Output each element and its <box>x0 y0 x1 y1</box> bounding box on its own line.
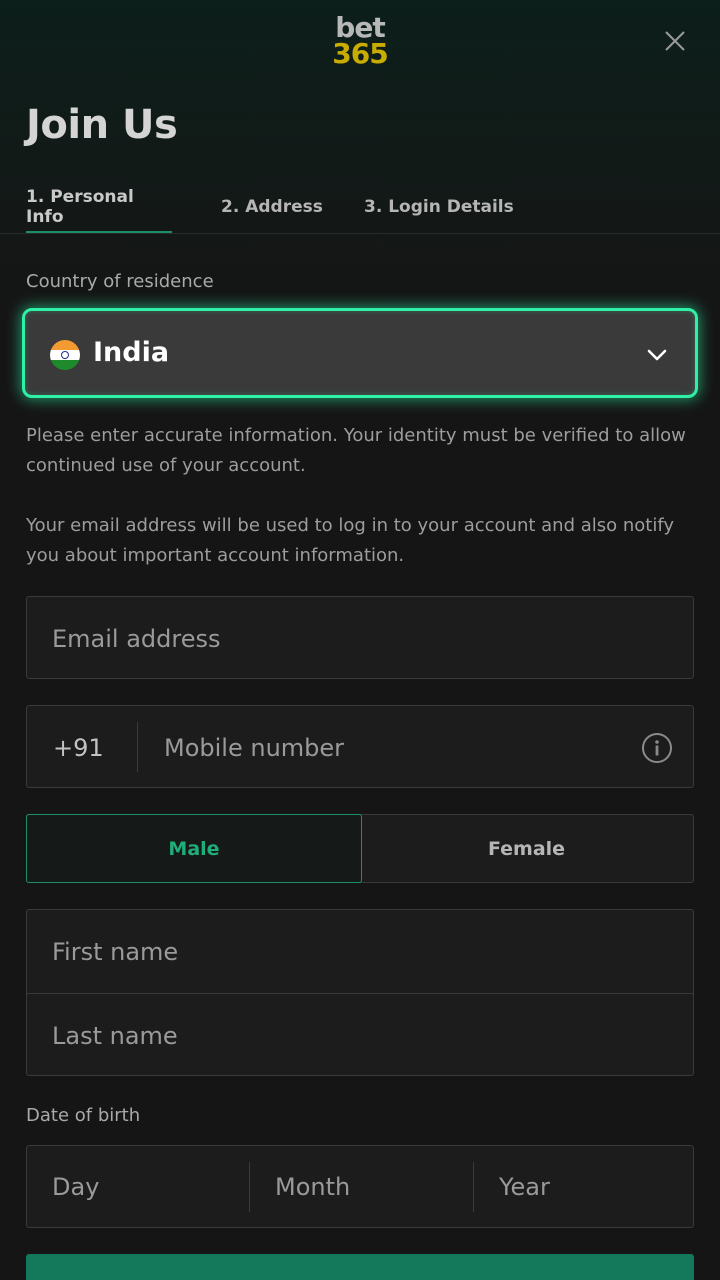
tab-login-details[interactable]: 3. Login Details <box>364 180 514 234</box>
tab-personal-info[interactable]: 1. Personal Info <box>26 180 172 234</box>
gender-female-button[interactable]: Female <box>360 815 693 882</box>
chevron-down-icon <box>647 349 667 361</box>
dob-year-select[interactable]: Year <box>474 1146 695 1227</box>
dob-day-select[interactable]: Day <box>27 1146 249 1227</box>
tab-address[interactable]: 2. Address <box>221 180 323 234</box>
page-title: Join Us <box>26 102 178 148</box>
continue-button[interactable] <box>26 1254 694 1280</box>
email-info-text: Your email address will be used to log i… <box>26 515 675 566</box>
logo-text-365: 365 <box>332 37 388 70</box>
india-flag-icon <box>50 340 80 370</box>
close-icon <box>665 31 685 51</box>
email-field[interactable]: Email address <box>26 596 694 679</box>
country-label: Country of residence <box>26 271 214 292</box>
close-button[interactable] <box>658 24 692 58</box>
phone-country-code[interactable]: +91 <box>53 734 104 762</box>
step-tabs: 1. Personal Info 2. Address 3. Login Det… <box>0 180 720 234</box>
identity-info-text: Please enter accurate information. Your … <box>26 425 686 476</box>
email-placeholder: Email address <box>52 625 221 653</box>
country-select[interactable]: India <box>22 308 698 398</box>
signup-page: bet 365 Join Us 1. Personal Info 2. Addr… <box>0 0 720 1280</box>
dob-field: Day Month Year <box>26 1145 694 1228</box>
active-tab-indicator <box>26 231 172 233</box>
gender-male-button[interactable]: Male <box>26 814 362 883</box>
mobile-placeholder: Mobile number <box>164 734 345 762</box>
country-value: India <box>93 337 170 368</box>
phone-separator <box>137 722 138 772</box>
dob-label: Date of birth <box>26 1105 141 1126</box>
first-name-field[interactable]: First name <box>52 938 178 966</box>
last-name-field[interactable]: Last name <box>52 1022 178 1050</box>
gender-selector: Male Female <box>26 814 694 883</box>
info-icon[interactable] <box>641 732 673 764</box>
mobile-field[interactable]: +91 Mobile number <box>26 705 694 788</box>
name-fields: First name Last name <box>26 909 694 1076</box>
dob-month-select[interactable]: Month <box>250 1146 473 1227</box>
bet365-logo: bet 365 <box>0 14 720 68</box>
name-divider <box>27 993 693 994</box>
